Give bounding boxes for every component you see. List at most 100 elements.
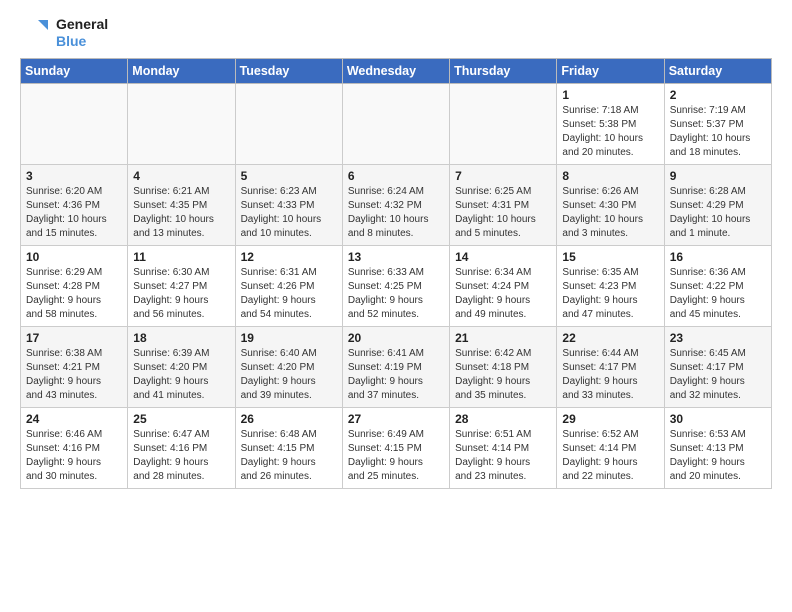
calendar-cell: 7 Sunrise: 6:25 AM Sunset: 4:31 PM Daylig… [450,164,557,245]
day-number: 29 [562,412,658,426]
day-info: Sunrise: 6:25 AM Sunset: 4:31 PM Dayligh… [455,185,551,241]
calendar-cell: 3 Sunrise: 6:20 AM Sunset: 4:36 PM Daylig… [21,164,128,245]
logo-general: General [56,16,108,33]
calendar-cell: 25Sunrise: 6:47 AM Sunset: 4:16 PM Dayli… [128,407,235,488]
calendar-cell: 8Sunrise: 6:26 AM Sunset: 4:30 PM Daylig… [557,164,664,245]
day-info: Sunrise: 7:18 AM Sunset: 5:38 PM Dayligh… [562,104,658,160]
day-info: Sunrise: 6:52 AM Sunset: 4:14 PM Dayligh… [562,428,658,484]
calendar-week: 3 Sunrise: 6:20 AM Sunset: 4:36 PM Daylig… [21,164,772,245]
calendar-week: 1 Sunrise: 7:18 AM Sunset: 5:38 PM Daylig… [21,83,772,164]
header: General Blue [20,16,772,50]
day-number: 28 [455,412,551,426]
day-info: Sunrise: 6:29 AM Sunset: 4:28 PM Dayligh… [26,266,122,322]
day-info: Sunrise: 6:20 AM Sunset: 4:36 PM Dayligh… [26,185,122,241]
day-info: Sunrise: 6:35 AM Sunset: 4:23 PM Dayligh… [562,266,658,322]
calendar-cell: 23 Sunrise: 6:45 AM Sunset: 4:17 PM Dayli… [664,326,771,407]
calendar-cell: 28 Sunrise: 6:51 AM Sunset: 4:14 PM Dayli… [450,407,557,488]
day-info: Sunrise: 6:24 AM Sunset: 4:32 PM Dayligh… [348,185,444,241]
day-number: 13 [348,250,444,264]
day-info: Sunrise: 6:44 AM Sunset: 4:17 PM Dayligh… [562,347,658,403]
day-info: Sunrise: 6:45 AM Sunset: 4:17 PM Dayligh… [670,347,766,403]
day-number: 4 [133,169,229,183]
calendar-cell: 11Sunrise: 6:30 AM Sunset: 4:27 PM Dayli… [128,245,235,326]
day-info: Sunrise: 6:46 AM Sunset: 4:16 PM Dayligh… [26,428,122,484]
day-info: Sunrise: 6:21 AM Sunset: 4:35 PM Dayligh… [133,185,229,241]
calendar-cell: 21Sunrise: 6:42 AM Sunset: 4:18 PM Dayli… [450,326,557,407]
calendar-cell: 24 Sunrise: 6:46 AM Sunset: 4:16 PM Dayli… [21,407,128,488]
calendar-cell: 2Sunrise: 7:19 AM Sunset: 5:37 PM Daylig… [664,83,771,164]
calendar-cell: 16 Sunrise: 6:36 AM Sunset: 4:22 PM Dayli… [664,245,771,326]
calendar-cell: 4 Sunrise: 6:21 AM Sunset: 4:35 PM Daylig… [128,164,235,245]
day-number: 10 [26,250,122,264]
day-info: Sunrise: 6:40 AM Sunset: 4:20 PM Dayligh… [241,347,337,403]
calendar-cell: 18 Sunrise: 6:39 AM Sunset: 4:20 PM Dayli… [128,326,235,407]
day-number: 27 [348,412,444,426]
day-number: 30 [670,412,766,426]
day-number: 23 [670,331,766,345]
calendar-cell: 5Sunrise: 6:23 AM Sunset: 4:33 PM Daylig… [235,164,342,245]
calendar-week: 10 Sunrise: 6:29 AM Sunset: 4:28 PM Dayli… [21,245,772,326]
day-info: Sunrise: 6:51 AM Sunset: 4:14 PM Dayligh… [455,428,551,484]
calendar-week: 24 Sunrise: 6:46 AM Sunset: 4:16 PM Dayli… [21,407,772,488]
day-number: 3 [26,169,122,183]
calendar-cell [342,83,449,164]
calendar-cell: 27 Sunrise: 6:49 AM Sunset: 4:15 PM Dayli… [342,407,449,488]
calendar-cell: 9 Sunrise: 6:28 AM Sunset: 4:29 PM Daylig… [664,164,771,245]
day-number: 16 [670,250,766,264]
day-info: Sunrise: 6:34 AM Sunset: 4:24 PM Dayligh… [455,266,551,322]
calendar-cell: 22 Sunrise: 6:44 AM Sunset: 4:17 PM Dayli… [557,326,664,407]
calendar-cell: 17Sunrise: 6:38 AM Sunset: 4:21 PM Dayli… [21,326,128,407]
weekday-header: Friday [557,58,664,83]
calendar-week: 17Sunrise: 6:38 AM Sunset: 4:21 PM Dayli… [21,326,772,407]
day-number: 2 [670,88,766,102]
day-number: 1 [562,88,658,102]
day-number: 14 [455,250,551,264]
calendar-cell: 15 Sunrise: 6:35 AM Sunset: 4:23 PM Dayli… [557,245,664,326]
calendar-cell: 26 Sunrise: 6:48 AM Sunset: 4:15 PM Dayli… [235,407,342,488]
day-number: 20 [348,331,444,345]
day-info: Sunrise: 6:28 AM Sunset: 4:29 PM Dayligh… [670,185,766,241]
day-number: 15 [562,250,658,264]
day-info: Sunrise: 6:36 AM Sunset: 4:22 PM Dayligh… [670,266,766,322]
day-number: 6 [348,169,444,183]
day-number: 11 [133,250,229,264]
calendar-cell: 14 Sunrise: 6:34 AM Sunset: 4:24 PM Dayli… [450,245,557,326]
logo-blue: Blue [56,33,108,50]
logo-svg [20,18,50,48]
day-number: 9 [670,169,766,183]
day-number: 7 [455,169,551,183]
day-info: Sunrise: 6:49 AM Sunset: 4:15 PM Dayligh… [348,428,444,484]
calendar-cell: 6 Sunrise: 6:24 AM Sunset: 4:32 PM Daylig… [342,164,449,245]
calendar-cell: 1 Sunrise: 7:18 AM Sunset: 5:38 PM Daylig… [557,83,664,164]
calendar-cell: 29 Sunrise: 6:52 AM Sunset: 4:14 PM Dayli… [557,407,664,488]
calendar-cell: 12Sunrise: 6:31 AM Sunset: 4:26 PM Dayli… [235,245,342,326]
day-number: 26 [241,412,337,426]
day-number: 17 [26,331,122,345]
day-number: 22 [562,331,658,345]
day-number: 21 [455,331,551,345]
calendar-cell [450,83,557,164]
calendar-cell: 19 Sunrise: 6:40 AM Sunset: 4:20 PM Dayli… [235,326,342,407]
calendar-cell: 13 Sunrise: 6:33 AM Sunset: 4:25 PM Dayli… [342,245,449,326]
day-info: Sunrise: 6:39 AM Sunset: 4:20 PM Dayligh… [133,347,229,403]
logo: General Blue [20,16,108,50]
weekday-header: Saturday [664,58,771,83]
day-info: Sunrise: 6:48 AM Sunset: 4:15 PM Dayligh… [241,428,337,484]
weekday-header: Monday [128,58,235,83]
day-number: 25 [133,412,229,426]
weekday-header: Tuesday [235,58,342,83]
calendar-cell [235,83,342,164]
day-number: 19 [241,331,337,345]
day-info: Sunrise: 6:41 AM Sunset: 4:19 PM Dayligh… [348,347,444,403]
day-number: 24 [26,412,122,426]
calendar-table: SundayMondayTuesdayWednesdayThursdayFrid… [20,58,772,489]
day-info: Sunrise: 6:26 AM Sunset: 4:30 PM Dayligh… [562,185,658,241]
calendar-cell: 10 Sunrise: 6:29 AM Sunset: 4:28 PM Dayli… [21,245,128,326]
calendar-cell: 20 Sunrise: 6:41 AM Sunset: 4:19 PM Dayli… [342,326,449,407]
weekday-header: Thursday [450,58,557,83]
day-number: 5 [241,169,337,183]
weekday-header: Sunday [21,58,128,83]
day-info: Sunrise: 6:33 AM Sunset: 4:25 PM Dayligh… [348,266,444,322]
calendar-page: General Blue SundayMondayTuesdayWednesda… [0,0,792,499]
day-number: 18 [133,331,229,345]
